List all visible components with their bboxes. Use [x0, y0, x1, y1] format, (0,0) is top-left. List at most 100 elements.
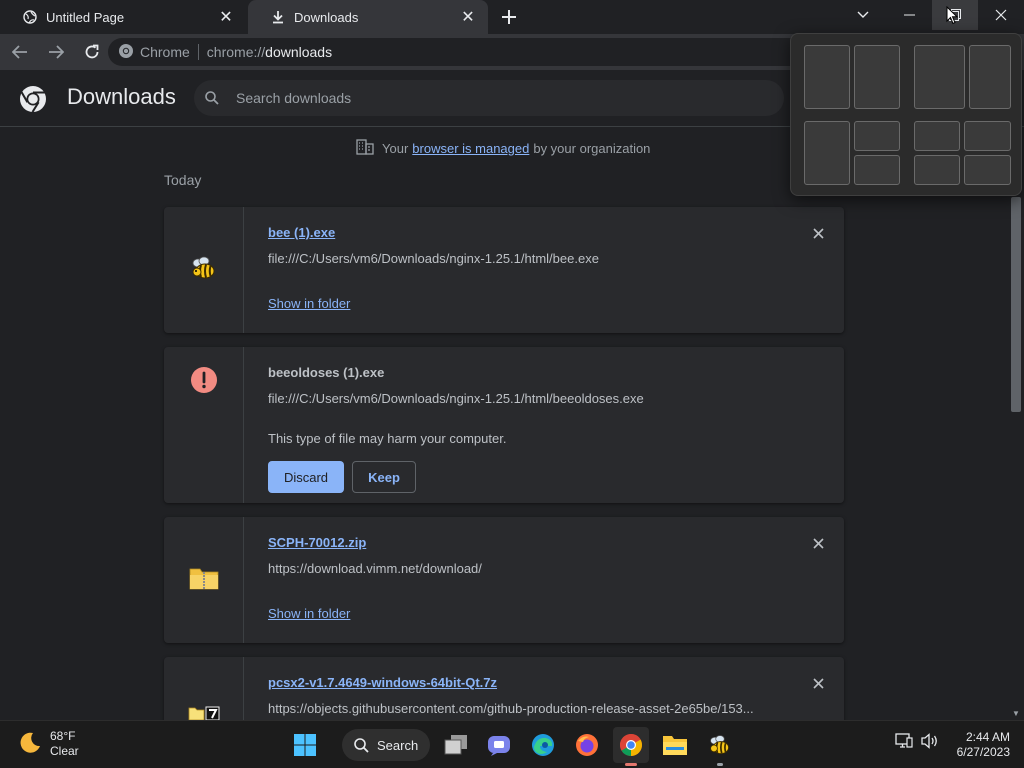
warning-icon	[190, 367, 217, 398]
file-source-url[interactable]: file:///C:/Users/vm6/Downloads/nginx-1.2…	[268, 251, 768, 266]
chrome-taskbar-button[interactable]	[613, 727, 649, 763]
search-icon	[194, 91, 230, 105]
file-name-link[interactable]: bee (1).exe	[268, 225, 335, 240]
clock-date: 6/27/2023	[956, 745, 1010, 759]
tab-search-chevron-icon[interactable]	[840, 0, 886, 30]
file-name-link[interactable]: pcsx2-v1.7.4649-windows-64bit-Qt.7z	[268, 675, 497, 690]
folder-icon	[663, 736, 687, 755]
search-downloads-field[interactable]	[194, 80, 784, 116]
download-icon	[270, 9, 286, 25]
scrollbar-thumb[interactable]	[1011, 197, 1021, 412]
tab-strip: Untitled Page ✕ Downloads ✕	[0, 0, 1024, 34]
snap-layout-half-left[interactable]	[804, 45, 850, 109]
file-source-url[interactable]: https://objects.githubusercontent.com/gi…	[268, 701, 768, 716]
download-item: bee (1).exe file:///C:/Users/vm6/Downloa…	[164, 207, 844, 333]
download-item-dangerous: beeoldoses (1).exe file:///C:/Users/vm6/…	[164, 347, 844, 503]
download-item: pcsx2-v1.7.4649-windows-64bit-Qt.7z http…	[164, 657, 844, 720]
omnibox-chip: Chrome	[134, 44, 199, 60]
moon-icon	[18, 731, 42, 758]
scroll-down-arrow-icon[interactable]: ▼	[1012, 709, 1020, 718]
close-icon	[812, 537, 824, 549]
edge-button[interactable]	[525, 727, 561, 763]
snap-layout-quad-tl[interactable]	[914, 121, 960, 151]
search-label: Search	[377, 737, 419, 753]
tab-downloads[interactable]: Downloads ✕	[248, 0, 488, 34]
snap-layout-wide-left[interactable]	[914, 45, 965, 109]
minimize-button[interactable]	[886, 0, 932, 30]
show-in-folder-link[interactable]: Show in folder	[268, 296, 350, 311]
globe-icon	[22, 9, 38, 25]
firefox-button[interactable]	[569, 727, 605, 763]
edge-icon	[532, 734, 554, 756]
file-explorer-button[interactable]	[657, 727, 693, 763]
active-app-indicator	[625, 763, 637, 766]
search-icon	[354, 737, 369, 753]
snap-layout-half-right[interactable]	[854, 45, 900, 109]
file-icon-column	[164, 517, 244, 643]
building-icon	[356, 139, 374, 158]
snap-layout-narrow-right[interactable]	[969, 45, 1011, 109]
managed-suffix: by your organization	[533, 141, 651, 156]
chat-icon	[488, 736, 510, 756]
file-icon-column	[164, 657, 244, 720]
browser-managed-link[interactable]: browser is managed	[412, 141, 529, 156]
download-item: SCPH-70012.zip https://download.vimm.net…	[164, 517, 844, 643]
system-clock[interactable]: 2:44 AM 6/27/2023	[957, 730, 1010, 760]
7z-archive-icon	[188, 705, 220, 720]
file-icon-column	[164, 347, 244, 503]
firefox-icon	[576, 734, 598, 756]
show-in-folder-link[interactable]: Show in folder	[268, 606, 350, 621]
keep-button[interactable]: Keep	[352, 461, 416, 493]
bee-icon	[190, 254, 218, 287]
snap-layout-main-left[interactable]	[804, 121, 850, 185]
snap-layout-bottom-right[interactable]	[854, 155, 900, 185]
close-icon	[812, 227, 824, 239]
bee-app-button[interactable]	[702, 727, 738, 763]
remove-from-list-button[interactable]	[810, 225, 826, 241]
back-button[interactable]	[4, 36, 36, 68]
close-icon[interactable]: ✕	[458, 7, 478, 27]
tab-untitled-page[interactable]: Untitled Page ✕	[0, 0, 246, 34]
restore-button[interactable]	[932, 0, 978, 30]
close-icon	[812, 677, 824, 689]
new-tab-button[interactable]	[496, 5, 522, 29]
weather-widget[interactable]: 68°F Clear	[18, 729, 79, 759]
clock-time: 2:44 AM	[965, 730, 1010, 744]
file-source-url[interactable]: file:///C:/Users/vm6/Downloads/nginx-1.2…	[268, 391, 768, 406]
volume-icon[interactable]	[921, 733, 939, 752]
file-icon-column	[164, 207, 244, 333]
forward-button[interactable]	[40, 36, 72, 68]
close-icon[interactable]: ✕	[216, 7, 236, 27]
open-app-indicator	[717, 763, 723, 766]
mouse-cursor-icon	[946, 6, 959, 25]
weather-text: 68°F Clear	[50, 729, 79, 759]
snap-layout-quad-br[interactable]	[964, 155, 1011, 185]
remove-from-list-button[interactable]	[810, 675, 826, 691]
snap-layout-quad-bl[interactable]	[914, 155, 960, 185]
page-scrollbar[interactable]: ▼	[1008, 127, 1024, 720]
search-input[interactable]	[236, 90, 736, 106]
downloads-list: Your browser is managed by your organiza…	[0, 127, 1008, 720]
snap-layout-top-right[interactable]	[854, 121, 900, 151]
chrome-icon	[620, 734, 642, 756]
file-source-url[interactable]: https://download.vimm.net/download/	[268, 561, 768, 576]
discard-button[interactable]: Discard	[268, 461, 344, 493]
reload-button[interactable]	[76, 36, 108, 68]
chrome-icon	[118, 43, 134, 62]
managed-prefix: Your	[382, 141, 409, 156]
teams-chat-button[interactable]	[481, 727, 517, 763]
tab-title: Untitled Page	[46, 9, 125, 25]
snap-layout-quad-tr[interactable]	[964, 121, 1011, 151]
task-view-button[interactable]	[438, 727, 474, 763]
file-name-link[interactable]: SCPH-70012.zip	[268, 535, 366, 550]
close-window-button[interactable]	[978, 0, 1024, 30]
snap-layouts-flyout	[790, 33, 1022, 196]
taskbar-search-button[interactable]: Search	[342, 729, 430, 761]
managed-notice: Your browser is managed by your organiza…	[356, 139, 650, 158]
taskbar: 68°F Clear Search 2:44 AM 6/27/2023	[0, 720, 1024, 768]
start-button[interactable]	[287, 727, 323, 763]
network-icon[interactable]	[895, 733, 913, 752]
remove-from-list-button[interactable]	[810, 535, 826, 551]
address-bar[interactable]: Chrome chrome://downloads	[108, 38, 808, 66]
zip-folder-icon	[189, 566, 219, 595]
